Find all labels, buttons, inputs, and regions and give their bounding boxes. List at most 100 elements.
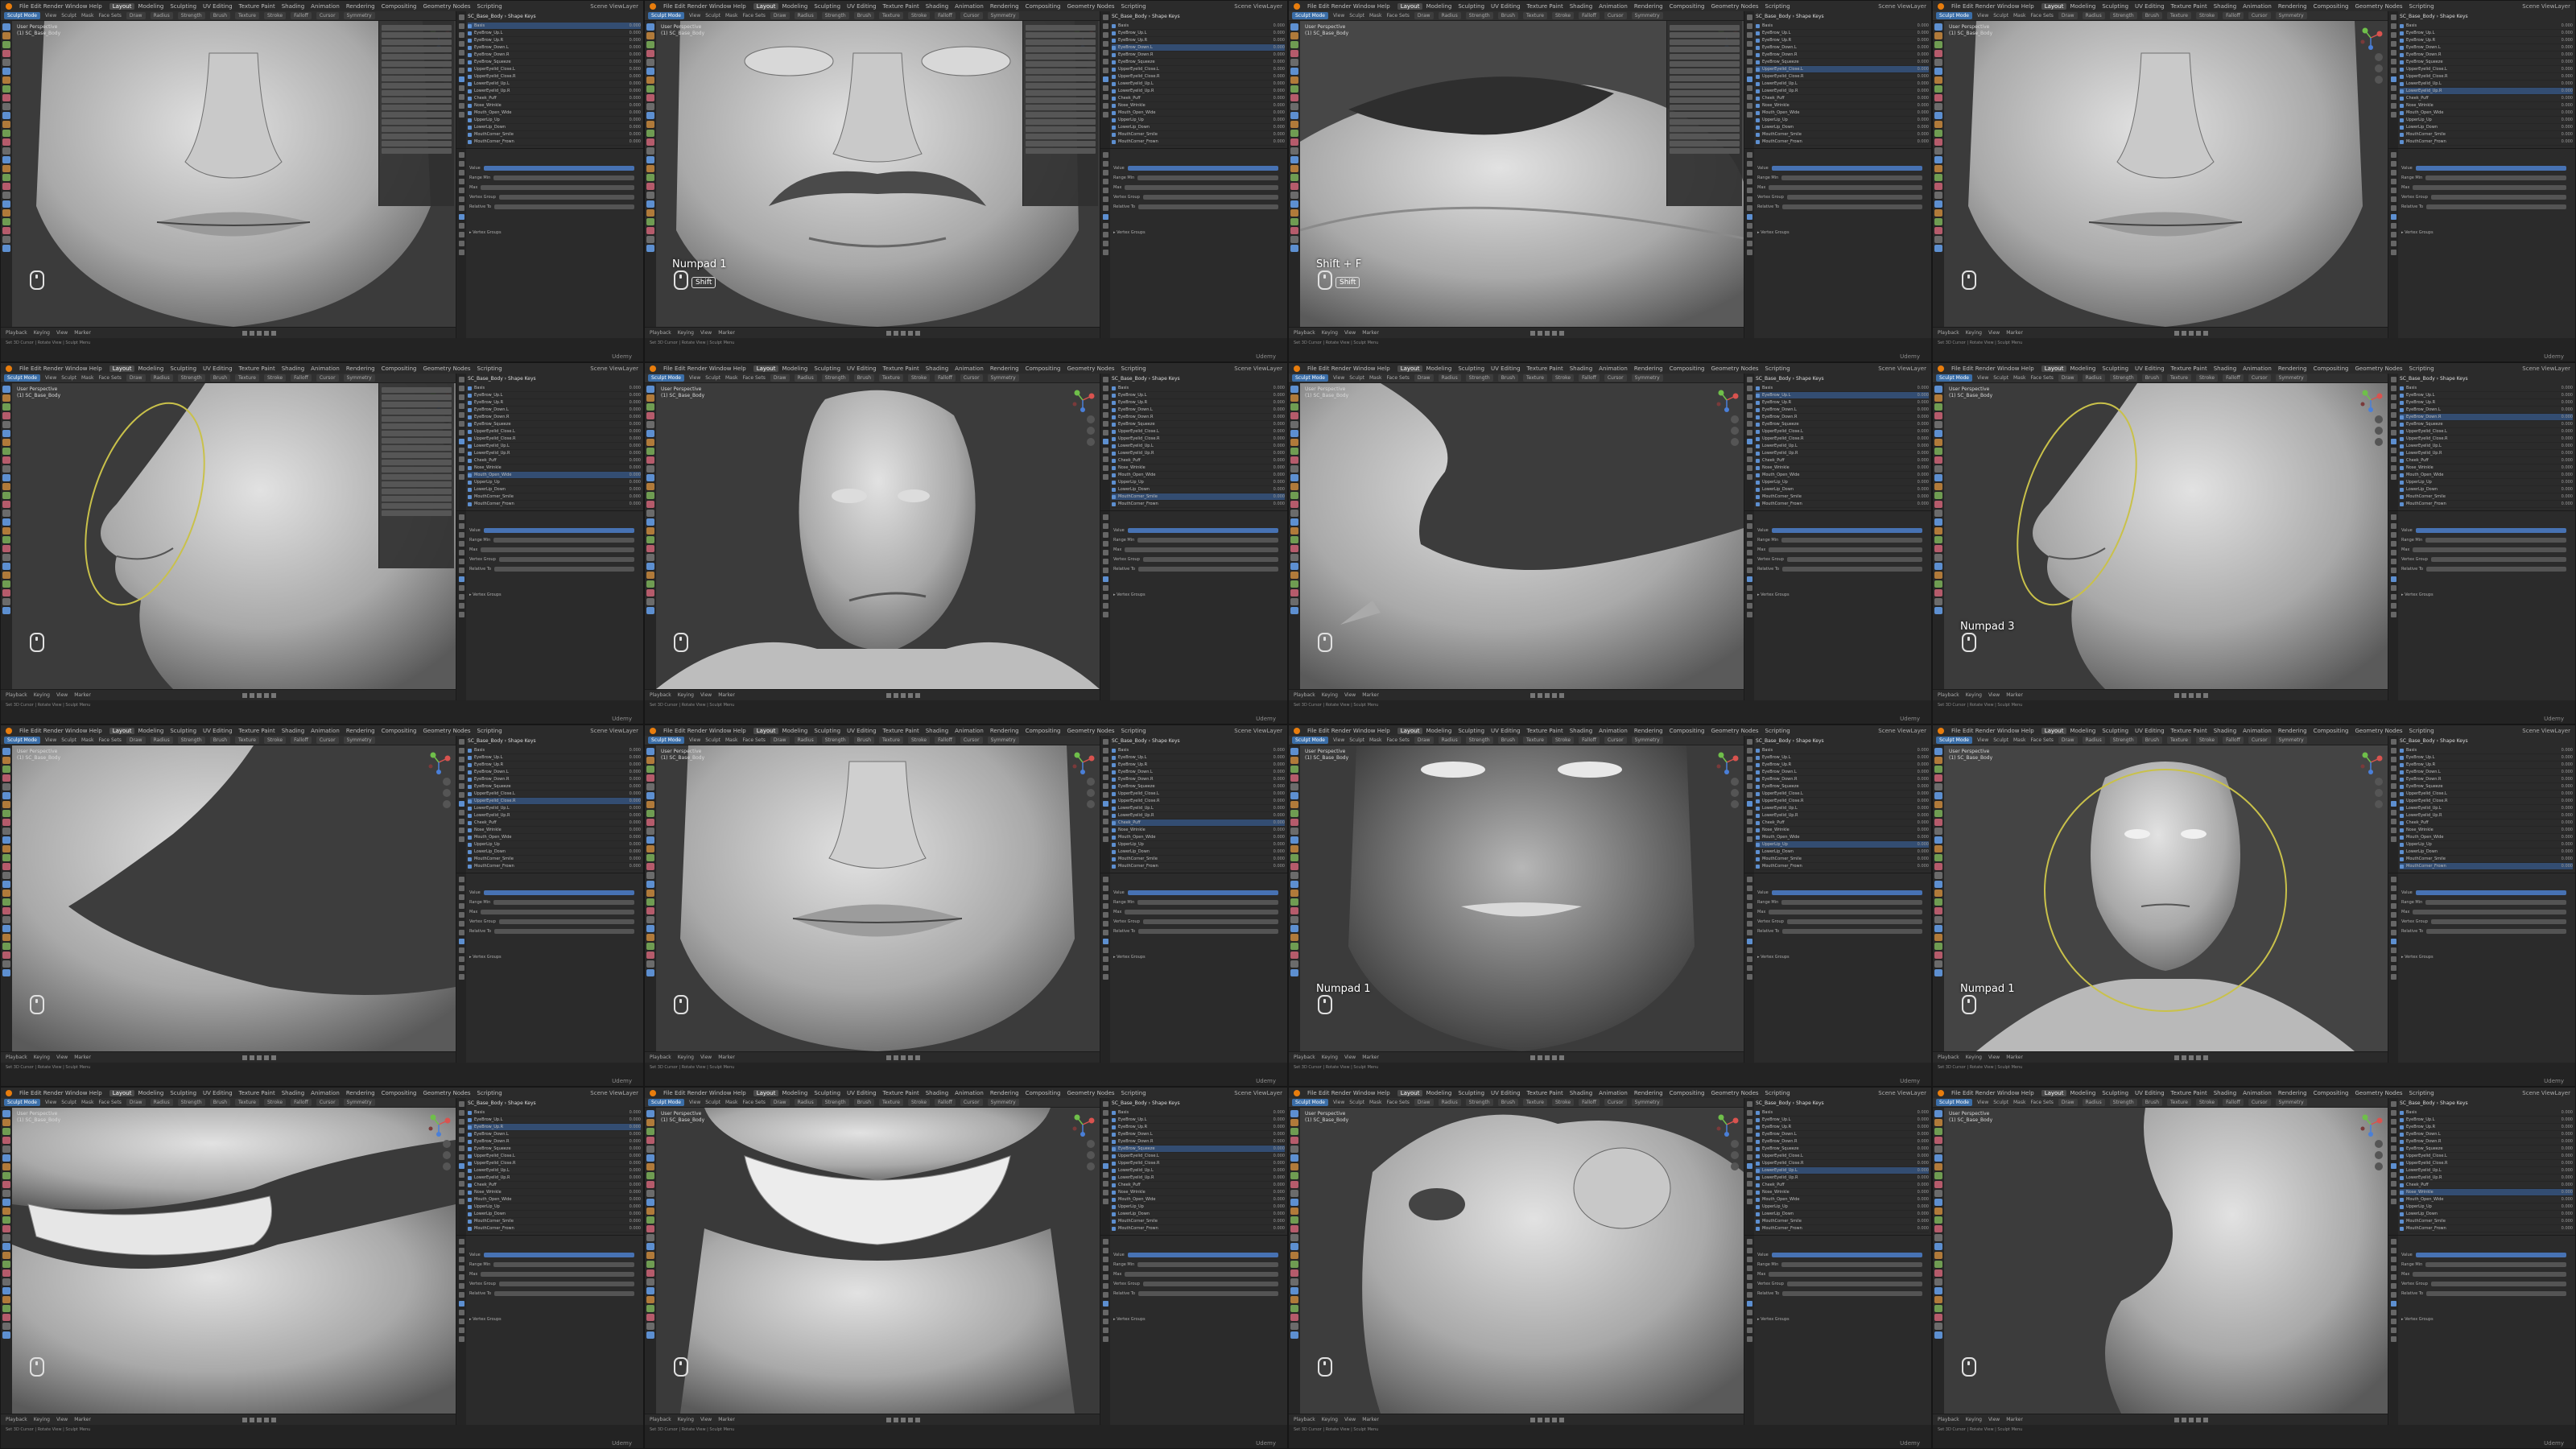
shape-key-value[interactable]: 0.000 — [1253, 38, 1285, 43]
vertex-groups-header[interactable]: ▸ Vertex Groups — [1113, 954, 1278, 960]
sculpt-brush-icon[interactable] — [646, 174, 654, 181]
shape-key-row[interactable]: Cheek_Puff 0.000 — [1756, 95, 1929, 102]
sculpt-brush-icon[interactable] — [646, 774, 654, 782]
properties-tab-icon[interactable] — [1102, 974, 1108, 980]
shape-key-checkbox[interactable] — [1756, 1146, 1760, 1151]
timeline-menu-view[interactable]: View — [56, 1055, 68, 1060]
sculpt-brush-icon[interactable] — [1290, 1208, 1298, 1215]
shape-key-row[interactable]: MouthCorner_Frown 0.000 — [2400, 138, 2573, 146]
properties-tab-icon[interactable] — [1102, 465, 1108, 471]
shape-key-value[interactable]: 0.000 — [609, 813, 641, 818]
workspace-tab-scripting[interactable]: Scripting — [474, 728, 506, 734]
properties-tab-icon[interactable] — [458, 886, 464, 891]
shape-key-row[interactable]: EyeBrow_Up.R 0.000 — [1112, 762, 1285, 769]
tool-setting-falloff[interactable]: Falloff — [935, 374, 956, 382]
tool-setting-falloff[interactable]: Falloff — [2223, 737, 2244, 744]
shape-key-value[interactable]: 0.000 — [1253, 110, 1285, 115]
sculpt-brush-icon[interactable] — [2, 50, 10, 57]
workspace-tab-sculpting[interactable]: Sculpting — [1455, 1090, 1488, 1096]
sculpt-brush-icon[interactable] — [1290, 774, 1298, 782]
shape-key-checkbox[interactable] — [2400, 139, 2404, 144]
shape-key-row[interactable]: EyeBrow_Down.L 0.000 — [1112, 44, 1285, 52]
shape-key-checkbox[interactable] — [468, 1219, 472, 1224]
properties-tab-icon[interactable] — [1746, 456, 1752, 462]
shape-key-value[interactable]: 0.000 — [1253, 1117, 1285, 1122]
playback-button-icon[interactable] — [2195, 1417, 2201, 1422]
sculpt-brush-icon[interactable] — [1290, 227, 1298, 234]
tool-setting-draw[interactable]: Draw — [126, 1099, 146, 1106]
properties-tab-icon[interactable] — [1746, 550, 1752, 555]
workspace-tab-modeling[interactable]: Modeling — [778, 365, 811, 372]
header-menu-sculpt[interactable]: Sculpt — [705, 737, 720, 743]
transform-field[interactable] — [1026, 47, 1096, 52]
workspace-tab-shading[interactable]: Shading — [279, 365, 308, 372]
workspace-tab-modeling[interactable]: Modeling — [778, 728, 811, 734]
sculpt-brush-icon[interactable] — [2, 386, 10, 393]
shape-key-row[interactable]: EyeBrow_Down.L 0.000 — [1112, 1131, 1285, 1138]
menu-file[interactable]: File — [663, 728, 675, 734]
header-menu-face-sets[interactable]: Face Sets — [98, 1100, 121, 1105]
shape-key-value[interactable]: 0.000 — [2541, 1110, 2573, 1115]
shape-key-row[interactable]: Basis 0.000 — [468, 385, 641, 392]
3d-viewport[interactable]: User Perspective (1) SC_Base_Body — [656, 383, 1100, 689]
shape-key-value[interactable]: 0.000 — [1253, 487, 1285, 492]
property-field[interactable] — [1771, 890, 1922, 895]
shape-key-row[interactable]: MouthCorner_Frown 0.000 — [1112, 1225, 1285, 1232]
timeline-menu-marker[interactable]: Marker — [718, 692, 735, 698]
shape-key-value[interactable]: 0.000 — [1253, 60, 1285, 64]
shape-key-value[interactable]: 0.000 — [1897, 1125, 1929, 1129]
transform-field[interactable] — [382, 481, 452, 487]
shape-key-checkbox[interactable] — [1756, 849, 1760, 854]
property-field[interactable] — [498, 919, 634, 924]
properties-tab-icon[interactable] — [1746, 757, 1752, 762]
shape-key-checkbox[interactable] — [1112, 422, 1116, 427]
shape-key-row[interactable]: EyeBrow_Down.R 0.000 — [468, 52, 641, 59]
shape-key-value[interactable]: 0.000 — [2541, 451, 2573, 456]
shape-key-row[interactable]: EyeBrow_Down.L 0.000 — [2400, 44, 2573, 52]
playback-button-icon[interactable] — [242, 1417, 247, 1422]
property-field[interactable] — [1786, 919, 1922, 924]
header-menu-view[interactable]: View — [1977, 1100, 1988, 1105]
timeline-menu-marker[interactable]: Marker — [74, 692, 91, 698]
shape-key-value[interactable]: 0.000 — [1897, 828, 1929, 832]
shape-key-row[interactable]: MouthCorner_Smile 0.000 — [2400, 856, 2573, 863]
workspace-tab-uv-editing[interactable]: UV Editing — [1488, 1090, 1524, 1096]
shape-key-checkbox[interactable] — [1112, 820, 1116, 825]
sculpt-brush-icon[interactable] — [646, 819, 654, 826]
workspace-tab-modeling[interactable]: Modeling — [1422, 3, 1455, 10]
shape-key-row[interactable]: Basis 0.000 — [1112, 747, 1285, 754]
menu-window[interactable]: Window — [1353, 1090, 1377, 1096]
shape-key-value[interactable]: 0.000 — [2541, 820, 2573, 825]
shape-key-checkbox[interactable] — [1756, 748, 1760, 753]
properties-tab-icon[interactable] — [458, 1257, 464, 1262]
shape-key-checkbox[interactable] — [1112, 1175, 1116, 1180]
shape-key-row[interactable]: Nose_Wrinkle 0.000 — [1756, 827, 1929, 834]
shape-key-row[interactable]: EyeBrow_Up.L 0.000 — [1756, 30, 1929, 37]
properties-tab-icon[interactable] — [2390, 85, 2396, 91]
shape-key-row[interactable]: UpperLip_Up 0.000 — [468, 117, 641, 124]
properties-tab-icon[interactable] — [458, 1128, 464, 1133]
properties-tab-icon[interactable] — [2390, 430, 2396, 436]
sculpt-brush-icon[interactable] — [2, 147, 10, 155]
transform-field[interactable] — [1026, 25, 1096, 31]
tool-setting-brush[interactable]: Brush — [2141, 374, 2163, 382]
properties-tab-icon[interactable] — [2390, 214, 2396, 220]
shape-key-value[interactable]: 0.000 — [609, 828, 641, 832]
timeline-menu-marker[interactable]: Marker — [718, 1417, 735, 1422]
shape-key-value[interactable]: 0.000 — [2541, 864, 2573, 869]
properties-tab-icon[interactable] — [1746, 1257, 1752, 1262]
menu-window[interactable]: Window — [709, 365, 733, 372]
properties-tab-icon[interactable] — [1102, 1336, 1108, 1342]
shape-key-row[interactable]: Nose_Wrinkle 0.000 — [2400, 102, 2573, 109]
sculpt-brush-icon[interactable] — [1290, 1146, 1298, 1153]
menu-file[interactable]: File — [19, 365, 31, 372]
property-field[interactable] — [2430, 1282, 2566, 1286]
sculpt-brush-icon[interactable] — [646, 1119, 654, 1126]
workspace-tab-shading[interactable]: Shading — [2211, 365, 2240, 372]
workspace-tab-rendering[interactable]: Rendering — [343, 365, 378, 372]
shape-key-value[interactable]: 0.000 — [609, 1183, 641, 1187]
shape-key-checkbox[interactable] — [2400, 849, 2404, 854]
sculpt-brush-icon[interactable] — [1290, 218, 1298, 225]
sculpt-brush-icon[interactable] — [646, 863, 654, 870]
header-menu-mask[interactable]: Mask — [2013, 375, 2025, 381]
